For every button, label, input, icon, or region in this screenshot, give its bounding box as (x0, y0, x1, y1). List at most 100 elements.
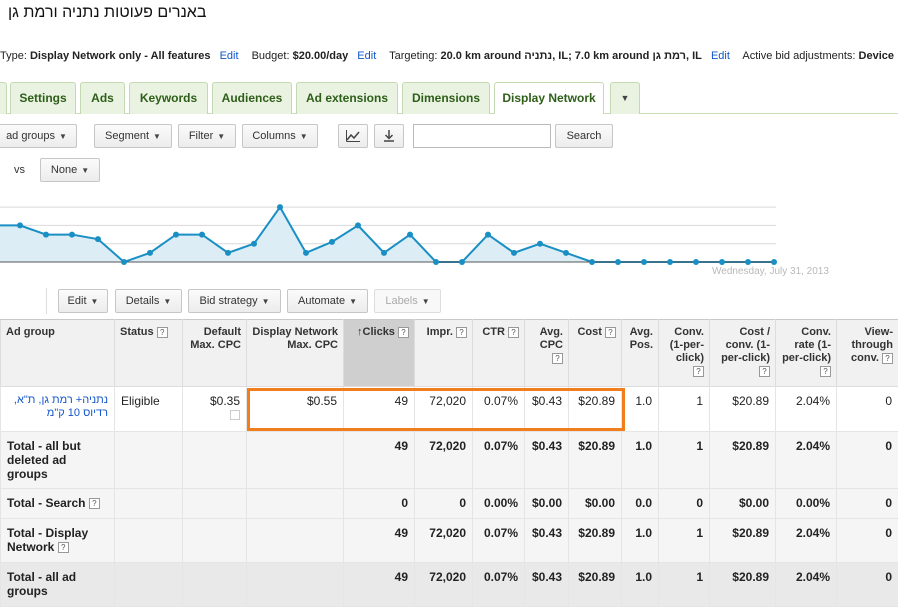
chart-point-22[interactable] (563, 249, 569, 256)
search-input[interactable] (413, 124, 551, 148)
chart-point-21[interactable] (537, 240, 543, 247)
chart-date-label: Wednesday, July 31, 2013 (712, 266, 829, 277)
tab-display-network[interactable]: Display Network (494, 82, 604, 114)
edit-budget-link[interactable]: Edit (357, 50, 376, 62)
col-header-view-through[interactable]: View-through conv. ? (836, 319, 898, 387)
labels-dropdown[interactable]: Labels ▼ (374, 289, 441, 313)
toggle-graph-button[interactable] (338, 124, 368, 148)
search-button[interactable]: Search (555, 124, 613, 148)
chart-point-3[interactable] (69, 231, 75, 238)
chart-point-8[interactable] (199, 231, 205, 238)
details-dropdown[interactable]: Details ▼ (115, 289, 182, 313)
chart-point-28[interactable] (719, 259, 725, 265)
all-ad-groups-dropdown[interactable]: ad groups ▼ (0, 124, 77, 148)
chart-point-30[interactable] (771, 259, 777, 265)
chart-point-24[interactable] (615, 259, 621, 265)
chart-point-13[interactable] (329, 238, 335, 245)
col-header-impr[interactable]: Impr. ? (414, 319, 473, 387)
chart-point-18[interactable] (459, 259, 465, 265)
chart-point-12[interactable] (303, 249, 309, 256)
help-icon[interactable]: ? (398, 326, 409, 338)
col-header-cost-per-conv[interactable]: Cost / conv. (1-per-click) ? (709, 319, 776, 387)
cell-cost-conv: $20.89 (709, 518, 776, 563)
type-value: Display Network only - All features (29, 50, 211, 62)
tab-keywords[interactable]: Keywords (129, 82, 208, 114)
help-icon[interactable]: ? (156, 326, 168, 338)
ad-group-link[interactable]: נתניה+ רמת גן, ת"א, רדיוס 10 ק"מ (7, 394, 108, 420)
chart-point-4[interactable] (95, 236, 101, 243)
chart-point-5[interactable] (121, 259, 127, 265)
tab-ad-extensions[interactable]: Ad extensions (296, 82, 398, 114)
col-header-conv-rate[interactable]: Conv. rate (1-per-click) ? (775, 319, 837, 387)
chart-point-15[interactable] (381, 249, 387, 256)
chart-point-26[interactable] (667, 259, 673, 265)
cell-cost-conv: $0.00 (709, 488, 776, 519)
bid-strategy-dropdown[interactable]: Bid strategy ▼ (188, 289, 281, 313)
help-icon[interactable]: ? (508, 326, 519, 338)
help-icon[interactable]: ? (693, 365, 704, 377)
help-icon[interactable]: ? (456, 326, 467, 338)
filter-dropdown[interactable]: Filter ▼ (178, 124, 236, 148)
col-header-default-max-cpc[interactable]: Default Max. CPC (182, 319, 247, 387)
chart-point-14[interactable] (355, 222, 361, 229)
chart-point-25[interactable] (641, 259, 647, 265)
tab-dimensions[interactable]: Dimensions (402, 82, 490, 114)
chevron-down-icon: ▼ (261, 297, 270, 306)
edit-type-link[interactable]: Edit (220, 50, 239, 62)
cell-default-cpc (182, 431, 247, 489)
chart-point-23[interactable] (589, 259, 595, 265)
col-header-display-max-cpc[interactable]: Display Network Max. CPC (246, 319, 344, 387)
col-header-cost[interactable]: Cost ? (568, 319, 622, 387)
col-header-ad-group[interactable]: Ad group (0, 319, 115, 387)
help-icon[interactable]: ? (552, 352, 563, 364)
col-header-avg-pos[interactable]: Avg. Pos. (621, 319, 659, 387)
help-icon[interactable]: ? (57, 542, 69, 554)
edit-dropdown[interactable]: Edit ▼ (58, 289, 108, 313)
chart-point-17[interactable] (433, 259, 439, 265)
chart-gridlines (0, 206, 776, 245)
col-header-avg-cpc[interactable]: Avg. CPC ? (524, 319, 569, 387)
col-header-status[interactable]: Status ? (114, 319, 183, 387)
chart-point-7[interactable] (173, 231, 179, 238)
chart-point-27[interactable] (693, 259, 699, 265)
chart-point-2[interactable] (43, 231, 49, 238)
chart-point-10[interactable] (251, 240, 257, 247)
help-icon[interactable]: ? (605, 326, 616, 338)
more-tabs-dropdown[interactable]: ▼ (610, 82, 640, 114)
chevron-down-icon: ▼ (299, 132, 308, 141)
tab-campaigns-partial[interactable] (0, 82, 7, 114)
tab-ads[interactable]: Ads (80, 82, 125, 114)
cell-conv-rate: 2.04% (775, 386, 837, 432)
chart-point-11[interactable] (277, 204, 283, 211)
col-header-conv[interactable]: Conv. (1-per-click) ? (658, 319, 710, 387)
chart-point-9[interactable] (225, 249, 231, 256)
col-header-clicks[interactable]: ↑Clicks ? (343, 319, 415, 387)
help-icon[interactable]: ? (759, 365, 770, 377)
help-icon[interactable]: ? (820, 365, 831, 377)
tab-settings[interactable]: Settings (10, 82, 76, 114)
automate-dropdown[interactable]: Automate ▼ (287, 289, 368, 313)
bid-checkbox[interactable] (230, 410, 240, 420)
tab-audiences[interactable]: Audiences (212, 82, 292, 114)
compare-metric-dropdown[interactable]: None ▼ (40, 158, 100, 182)
chart-point-19[interactable] (485, 231, 491, 238)
col-header-ctr[interactable]: CTR ? (472, 319, 525, 387)
cell-conv-rate: 2.04% (775, 562, 837, 607)
download-button[interactable] (374, 124, 404, 148)
targeting-label: Targeting: (389, 50, 438, 62)
chart-point-1[interactable] (17, 222, 23, 229)
cell-conv: 0 (658, 488, 710, 519)
chart-point-16[interactable] (407, 231, 413, 238)
segment-dropdown[interactable]: Segment ▼ (94, 124, 172, 148)
chart-point-6[interactable] (147, 249, 153, 256)
edit-targeting-link[interactable]: Edit (711, 50, 730, 62)
columns-dropdown[interactable]: Columns ▼ (242, 124, 318, 148)
cell-avg-cpc: $0.43 (524, 431, 569, 489)
help-icon[interactable]: ? (882, 352, 893, 364)
help-icon[interactable]: ? (88, 498, 100, 510)
cell-impr: 72,020 (414, 431, 473, 489)
cell-default-cpc[interactable]: $0.35 (182, 386, 247, 432)
chart-point-20[interactable] (511, 249, 517, 256)
chart-point-29[interactable] (745, 259, 751, 265)
cell-display-cpc[interactable]: $0.55 (246, 386, 344, 432)
